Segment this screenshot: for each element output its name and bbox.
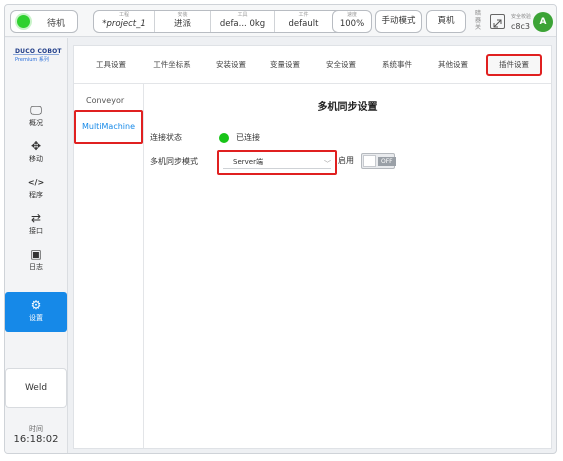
tool-cell[interactable]: 工具 defa... 0kg (210, 11, 274, 32)
tab-variable-settings[interactable]: 变量设置 (264, 54, 306, 76)
enable-label: 启用 (338, 156, 354, 165)
robot-status-label: 待机 (47, 19, 66, 29)
robot-status-button[interactable]: 待机 (10, 10, 78, 33)
calendar-icon: ▣ (30, 247, 42, 261)
gear-icon: ⚙ (30, 298, 42, 312)
safety-check-label: 安全校验 (511, 14, 532, 20)
plugin-item-multimachine[interactable]: MultiMachine (74, 110, 143, 144)
clock: 16:18:02 (13, 434, 59, 445)
logo-divider (13, 54, 59, 55)
sync-mode-label: 多机同步模式 (150, 157, 198, 166)
page-title: 多机同步设置 (317, 102, 378, 113)
code-icon: </> (27, 178, 45, 187)
nav-item-io[interactable]: ⇄ 接口 (5, 208, 67, 242)
app-window: 待机 工程 *project_1 安装 进派 工具 defa... 0kg 工件… (4, 4, 557, 454)
tab-tool-settings[interactable]: 工具设置 (90, 54, 132, 76)
mini-label-3: 关 (475, 24, 482, 31)
top-status-bar: 待机 工程 *project_1 安装 进派 工具 defa... 0kg 工件… (5, 5, 556, 37)
tab-safety-settings[interactable]: 安全设置 (320, 54, 362, 76)
io-icon: ⇄ (30, 211, 42, 225)
tab-plugin-settings[interactable]: 插件设置 (486, 54, 542, 76)
expand-icon[interactable] (490, 14, 505, 29)
settings-tabbar: 工具设置 工件坐标系 安装设置 变量设置 安全设置 系统事件 其他设置 插件设置 (74, 46, 551, 84)
monitor-icon: 🖵 (30, 103, 42, 117)
manual-mode-button[interactable]: 手动模式 (375, 10, 422, 33)
select-underline: Server端 ﹀ (223, 156, 331, 169)
connection-status-value: 已连接 (236, 133, 260, 142)
nav-item-move[interactable]: ✥ 移动 (5, 136, 67, 170)
safety-check-value: c8c3 (511, 22, 530, 31)
chevron-down-icon: ﹀ (324, 160, 331, 168)
workpiece-cell[interactable]: 工件 default (274, 11, 332, 32)
tab-workpiece-coords[interactable]: 工件坐标系 (146, 54, 198, 76)
connected-indicator-icon (219, 133, 229, 143)
left-navigation: DUCO COBOT Premium 系列 🖵 概况 ✥ 移动 </> 程序 ⇄… (5, 38, 68, 453)
tab-other-settings[interactable]: 其他设置 (432, 54, 474, 76)
install-cell[interactable]: 安装 进派 (154, 11, 210, 32)
sync-mode-select[interactable]: Server端 ﹀ (217, 150, 337, 175)
nav-item-log[interactable]: ▣ 日志 (5, 244, 67, 278)
move-icon: ✥ (30, 139, 42, 153)
weld-button[interactable]: Weld (5, 368, 67, 408)
toggle-state-label: OFF (378, 157, 396, 166)
brand-series: Premium 系列 (15, 57, 49, 63)
sync-mode-value: Server端 (233, 158, 263, 166)
tab-system-events[interactable]: 系统事件 (376, 54, 418, 76)
project-info-bar[interactable]: 工程 *project_1 安装 进派 工具 defa... 0kg 工件 de… (93, 10, 359, 33)
project-name: *project_1 (102, 19, 146, 29)
tab-install-settings[interactable]: 安装设置 (210, 54, 252, 76)
toggle-knob (363, 155, 376, 167)
settings-panel: 工具设置 工件坐标系 安装设置 变量设置 安全设置 系统事件 其他设置 插件设置… (73, 45, 552, 449)
enable-toggle[interactable]: OFF (361, 153, 396, 169)
nav-item-settings[interactable]: ⚙ 设置 (5, 292, 67, 332)
speed-button[interactable]: 速度 100% (332, 10, 372, 33)
time-label: 时间 (29, 425, 43, 433)
nav-item-overview[interactable]: 🖵 概况 (5, 100, 67, 134)
nav-item-program[interactable]: </> 程序 (5, 172, 67, 206)
plugin-list: Conveyor MultiMachine (74, 84, 144, 448)
rear-button[interactable]: 頁机 (426, 10, 466, 33)
speed-value: 100% (339, 19, 365, 29)
project-cell[interactable]: 工程 *project_1 (94, 11, 154, 32)
connection-status-label: 连接状态 (150, 133, 182, 142)
user-avatar[interactable]: A (533, 12, 553, 32)
status-indicator-icon (17, 15, 30, 28)
